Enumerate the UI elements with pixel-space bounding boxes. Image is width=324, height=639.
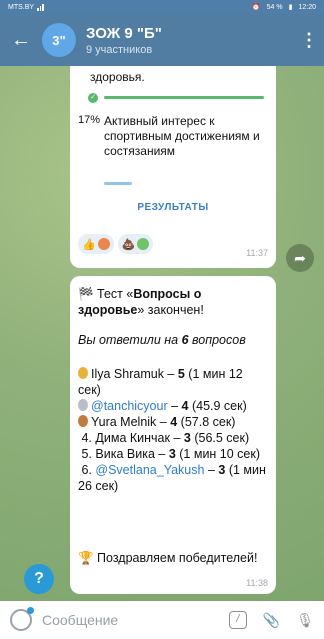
results-list: Ilya Shramuk – 5 (1 мин 12 сек) @tanchic… <box>78 366 268 494</box>
quiz-result-message: 🏁 Тест «Вопросы о здоровье» закончен! Вы… <box>70 276 276 594</box>
back-arrow-icon[interactable]: ← <box>0 29 42 52</box>
participant-rank: 6. <box>81 463 92 477</box>
result-row: 5. Вика Вика – 3 (1 мин 10 сек) <box>81 447 261 461</box>
carrier-label: MTS.BY <box>8 3 35 11</box>
reactor-avatar <box>97 238 110 250</box>
check-icon: ✓ <box>88 93 98 103</box>
answered-prefix: Вы ответили на <box>78 333 182 347</box>
battery-icon: ▮ <box>288 4 293 11</box>
participant-name: Yura Melnik <box>91 415 157 429</box>
poll-option-percent: 17% <box>78 114 101 126</box>
gold-medal-icon <box>78 367 88 379</box>
commands-icon[interactable]: / <box>228 611 247 629</box>
message-time: 11:38 <box>246 578 268 588</box>
result-row: Ilya Shramuk – 5 (1 мин 12 сек) <box>78 367 243 397</box>
results-button[interactable]: РЕЗУЛЬТАТЫ <box>70 202 276 213</box>
participant-score: 4 <box>170 415 178 429</box>
message-list[interactable]: здоровья. ✓ 17% Активный интерес к спорт… <box>0 66 324 601</box>
attach-icon[interactable]: 📎 <box>263 612 280 629</box>
message-input[interactable]: Сообщение <box>42 612 118 628</box>
participant-time: (45.9 сек) <box>191 399 247 413</box>
signal-icon <box>37 3 44 11</box>
participant-score: 3 <box>218 463 226 477</box>
participant-rank: 4. <box>81 431 92 445</box>
clock-label: 12:20 <box>298 3 316 11</box>
participant-name: Дима Кинчак <box>95 431 170 445</box>
reaction-chip[interactable]: 💩 <box>117 234 154 254</box>
bronze-medal-icon <box>78 415 88 427</box>
more-menu-icon[interactable]: ⋮ <box>294 30 324 51</box>
intro-prefix: 🏁 Тест « <box>78 287 134 301</box>
result-row: @tanchicyour – 4 (45.9 сек) <box>78 398 268 414</box>
answered-count: 6 <box>181 333 189 347</box>
poll-option-bar <box>104 182 132 185</box>
chat-title: ЗОЖ 9 "Б" <box>86 24 162 42</box>
poll-message: здоровья. ✓ 17% Активный интерес к спорт… <box>70 66 276 268</box>
result-row: Yura Melnik – 4 (57.8 сек) <box>78 414 268 430</box>
participant-link[interactable]: @tanchicyour <box>91 399 168 413</box>
intro-suffix: » закончен! <box>137 303 204 317</box>
participant-score: 3 <box>183 431 191 445</box>
alarm-icon: ⏰ <box>251 4 261 11</box>
congrats-text: 🏆 Поздравляем победителей! <box>78 551 258 565</box>
answered-summary: Вы ответили на 6 вопросов <box>78 332 268 348</box>
message-time: 11:37 <box>246 248 268 258</box>
result-row: 6. @Svetlana_Yakush – 3 (1 мин 26 сек) <box>78 463 266 493</box>
participant-time: (56.5 сек) <box>194 431 250 445</box>
microphone-icon[interactable]: 🎙 <box>296 612 314 629</box>
group-avatar[interactable]: 3" <box>42 23 76 57</box>
silver-medal-icon <box>78 399 88 411</box>
reactor-avatar <box>137 238 150 250</box>
result-row: 4. Дима Кинчак – 3 (56.5 сек) <box>81 431 250 445</box>
reactions: 👍 💩 <box>78 234 154 254</box>
reaction-chip[interactable]: 👍 <box>78 234 114 254</box>
participant-name: Ilya Shramuk <box>91 367 164 381</box>
participant-time: (57.8 сек) <box>180 415 236 429</box>
share-icon[interactable]: ➦ <box>286 244 314 272</box>
status-bar: MTS.BY ⏰ 54 % ▮ 12:20 <box>0 0 324 14</box>
participant-link[interactable]: @Svetlana_Yakush <box>95 463 204 477</box>
chat-title-block[interactable]: ЗОЖ 9 "Б" 9 участников <box>86 25 162 56</box>
chat-header: ← 3" ЗОЖ 9 "Б" 9 участников ⋮ <box>0 14 324 66</box>
message-input-bar: Сообщение / 📎 🎙 <box>0 601 324 639</box>
participant-score: 3 <box>168 447 176 461</box>
emoji-icon[interactable] <box>10 607 34 631</box>
poll-option-text: здоровья. <box>90 70 145 84</box>
thumbs-up-icon: 👍 <box>82 238 96 251</box>
chat-subtitle: 9 участников <box>86 43 153 56</box>
poll-option-text: Активный интерес к спортивным достижения… <box>104 114 260 158</box>
participant-score: 4 <box>181 399 189 413</box>
poll-option-bar <box>104 96 264 99</box>
participant-score: 5 <box>177 367 185 381</box>
participant-rank: 5. <box>81 447 92 461</box>
participant-name: Вика Вика <box>95 447 155 461</box>
battery-label: 54 % <box>266 3 283 11</box>
poop-icon: 💩 <box>121 238 136 251</box>
quiz-intro: 🏁 Тест «Вопросы о здоровье» закончен! <box>78 286 268 318</box>
answered-suffix: вопросов <box>188 333 246 347</box>
participant-time: (1 мин 10 сек) <box>179 447 261 461</box>
help-button[interactable]: ? <box>24 564 54 594</box>
